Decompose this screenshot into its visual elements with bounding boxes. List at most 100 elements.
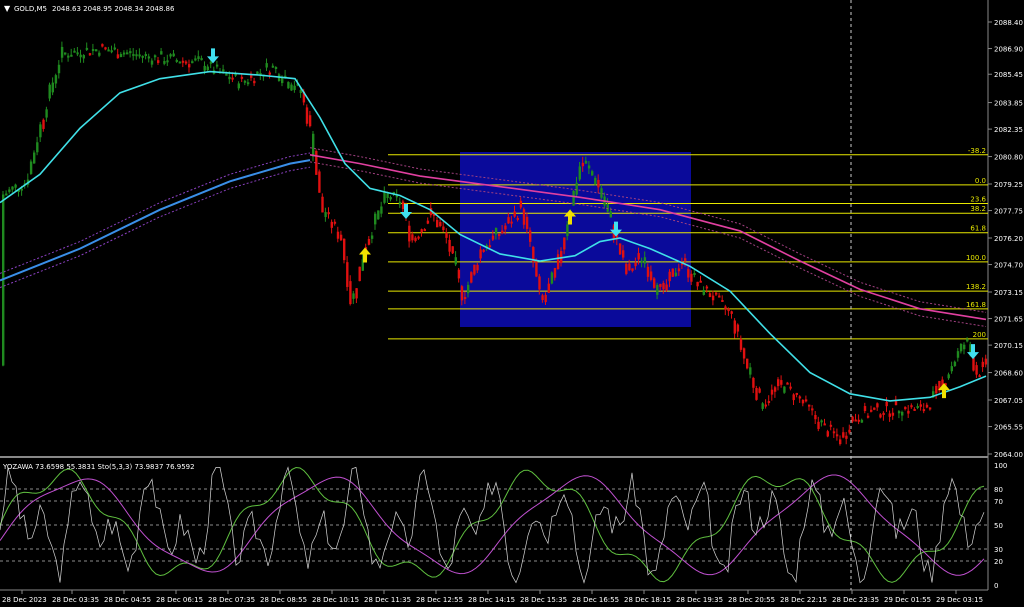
- time-axis-label: 28 Dec 04:55: [104, 596, 151, 604]
- candle-body: [817, 421, 820, 429]
- candle-body: [454, 257, 457, 265]
- price-axis-label: 2082.35: [994, 126, 1023, 134]
- fib-level-label: 100.0: [966, 254, 986, 262]
- candle-body: [20, 188, 23, 191]
- time-axis-label: 28 Dec 03:35: [52, 596, 99, 604]
- candle-body: [64, 52, 67, 55]
- candle-body: [637, 253, 640, 260]
- candle-body: [953, 361, 957, 367]
- candle-body: [873, 407, 876, 410]
- candle-body: [374, 213, 377, 225]
- candle-body: [268, 72, 271, 75]
- candle-body: [984, 358, 988, 365]
- candle-body: [14, 184, 17, 188]
- oscillator-level-label: 70: [994, 498, 1003, 506]
- price-axis-label: 2080.80: [994, 154, 1023, 162]
- time-axis-label: 28 Dec 20:55: [728, 596, 775, 604]
- candle-body: [113, 47, 116, 50]
- candle-body: [166, 60, 169, 63]
- triangle-down-icon[interactable]: ▼: [4, 4, 11, 13]
- candle-body: [711, 295, 715, 301]
- price-axis-label: 2067.05: [994, 397, 1023, 405]
- candle-body: [835, 434, 839, 437]
- candle-body: [445, 232, 448, 238]
- candle-body: [386, 193, 389, 199]
- oscillator-level-label: 100: [994, 462, 1007, 470]
- candle-body: [91, 49, 95, 52]
- candle-body: [563, 237, 566, 250]
- candle-body: [184, 61, 188, 64]
- candle-body: [352, 293, 355, 299]
- candle-body: [153, 55, 157, 58]
- time-axis-label: 28 Dec 22:15: [780, 596, 827, 604]
- candle-body: [243, 80, 247, 83]
- candle-body: [370, 235, 374, 239]
- candle-body: [901, 411, 904, 416]
- time-axis-label: 28 Dec 12:55: [416, 596, 463, 604]
- price-axis-label: 2083.85: [994, 100, 1023, 108]
- fib-zone-rectangle[interactable]: [460, 152, 691, 327]
- fib-level-label: 200: [973, 331, 986, 339]
- candle-body: [826, 431, 829, 437]
- candle-body: [380, 206, 383, 214]
- candle-body: [293, 85, 296, 90]
- candle-body: [587, 165, 591, 169]
- candle-body: [733, 320, 736, 334]
- candle-body: [866, 415, 870, 418]
- candle-body: [708, 293, 712, 298]
- candle-body: [116, 54, 120, 59]
- price-chart[interactable]: -38.20.023.638.261.8100.0138.2161.8200 2…: [0, 0, 1024, 607]
- candle-body: [132, 54, 135, 57]
- candle-body: [879, 414, 882, 418]
- candle-body: [451, 246, 454, 254]
- price-axis-label: 2068.60: [994, 370, 1023, 378]
- candle-body: [138, 54, 141, 57]
- candle-body: [727, 308, 730, 312]
- price-axis-label: 2074.70: [994, 262, 1023, 270]
- candle-body: [188, 64, 191, 68]
- candle-body: [504, 225, 507, 230]
- candle-body: [885, 401, 888, 407]
- candle-body: [857, 419, 860, 422]
- candle-body: [758, 388, 761, 393]
- candle-body: [749, 367, 752, 375]
- candle-body: [786, 382, 789, 385]
- candle-body: [618, 243, 622, 255]
- candle-body: [144, 54, 147, 57]
- candle-body: [764, 404, 767, 407]
- candle-body: [767, 401, 771, 404]
- candle-body: [57, 64, 61, 74]
- candle-body: [773, 387, 777, 392]
- candle-body: [237, 83, 240, 89]
- candle-body: [600, 188, 603, 198]
- symbol-label: GOLD,M5: [14, 5, 47, 13]
- candle-body: [206, 66, 209, 71]
- candle-body: [178, 61, 182, 64]
- candle-body: [823, 423, 826, 426]
- candle-body: [550, 272, 554, 284]
- candle-body: [739, 338, 743, 350]
- candle-body: [150, 60, 154, 65]
- candle-body: [389, 197, 392, 200]
- candle-body: [811, 408, 814, 411]
- candle-body: [715, 292, 718, 295]
- candle-body: [200, 58, 203, 61]
- candle-body: [718, 295, 721, 298]
- candle-body: [157, 60, 160, 63]
- candle-body: [839, 439, 842, 445]
- candle-body: [491, 235, 495, 240]
- candle-body: [442, 226, 445, 230]
- candle-body: [525, 216, 529, 229]
- candle-body: [978, 375, 981, 378]
- candle-body: [510, 221, 513, 224]
- candle-body: [470, 272, 473, 283]
- candle-body: [51, 82, 54, 93]
- candle-body: [163, 61, 166, 64]
- oscillator-label: YOZAWA 73.6598 55.3831 Sto(5,3,3) 73.983…: [2, 463, 195, 471]
- candle-body: [687, 269, 690, 278]
- candle-body: [336, 231, 340, 239]
- candle-body: [82, 55, 85, 59]
- candle-body: [801, 399, 805, 404]
- candle-body: [343, 238, 346, 261]
- candle-body: [274, 67, 278, 70]
